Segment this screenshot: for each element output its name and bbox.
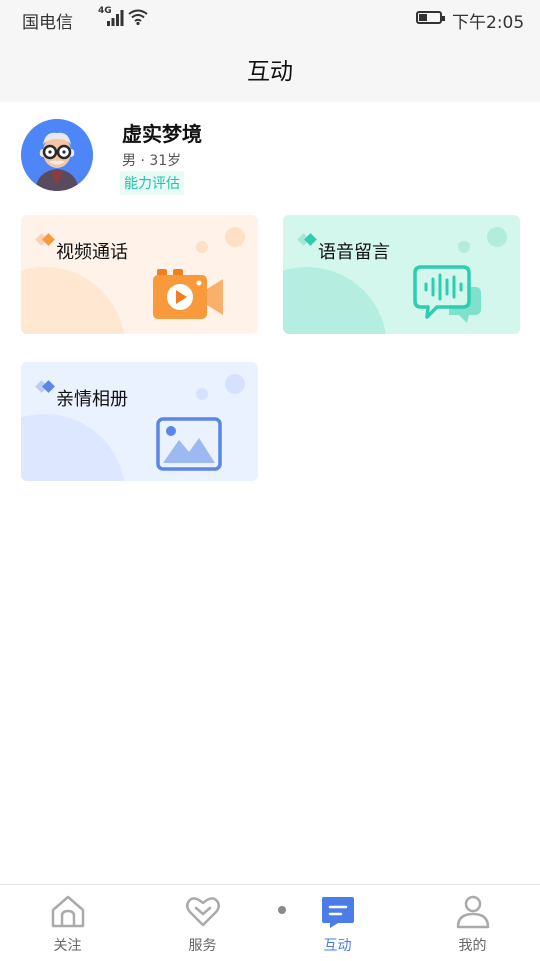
tab-follow[interactable]: 关注 xyxy=(0,885,135,961)
card-decoration xyxy=(196,241,208,253)
diamond-icon xyxy=(35,380,55,393)
diamond-icon xyxy=(297,233,317,246)
tab-interact[interactable]: 互动 xyxy=(270,885,405,961)
card-decoration xyxy=(458,241,470,253)
card-decoration xyxy=(225,374,245,394)
chat-icon xyxy=(322,897,354,928)
user-icon xyxy=(456,895,490,929)
tab-mine[interactable]: 我的 xyxy=(405,885,540,961)
voice-message-label: 语音留言 xyxy=(318,242,390,263)
status-bar: 国电信 4G 下午2:05 xyxy=(0,0,540,36)
card-decoration xyxy=(487,227,507,247)
tab-follow-label: 关注 xyxy=(53,938,82,954)
card-decoration xyxy=(225,227,245,247)
heart-icon xyxy=(186,897,220,927)
carrier-name: 国电信 xyxy=(22,13,73,33)
ability-assessment-link[interactable]: 能力评估 xyxy=(120,171,184,195)
family-album-label: 亲情相册 xyxy=(56,389,128,410)
status-time: 下午2:05 xyxy=(452,13,525,33)
video-call-label: 视频通话 xyxy=(56,242,128,263)
tab-interact-label: 互动 xyxy=(323,938,352,954)
battery-icon xyxy=(416,11,445,24)
wifi-icon xyxy=(128,9,148,25)
card-decoration xyxy=(21,267,125,334)
video-camera-icon xyxy=(153,269,223,319)
tab-mine-label: 我的 xyxy=(458,938,487,954)
card-decoration xyxy=(283,267,387,334)
family-album-card[interactable]: 亲情相册 xyxy=(21,362,258,481)
page-title: 互动 xyxy=(247,59,293,85)
card-decoration xyxy=(196,388,208,400)
tab-service[interactable]: 服务 xyxy=(135,885,270,961)
diamond-icon xyxy=(35,233,55,246)
old-man-avatar-icon xyxy=(21,119,93,191)
tab-service-label: 服务 xyxy=(188,938,217,954)
user-name: 虚实梦境 xyxy=(122,122,202,146)
voice-message-icon xyxy=(413,265,481,323)
photo-album-icon xyxy=(156,417,222,471)
avatar[interactable] xyxy=(21,119,93,191)
floating-dot-indicator xyxy=(278,906,286,914)
user-gender-age: 男 · 31岁 xyxy=(122,153,182,169)
card-decoration xyxy=(21,414,125,481)
signal-icon xyxy=(107,10,124,26)
voice-message-card[interactable]: 语音留言 xyxy=(283,215,520,334)
bottom-tab-bar: 关注 服务 互动 我的 xyxy=(0,884,540,961)
home-icon xyxy=(51,895,85,928)
video-call-card[interactable]: 视频通话 xyxy=(21,215,258,334)
